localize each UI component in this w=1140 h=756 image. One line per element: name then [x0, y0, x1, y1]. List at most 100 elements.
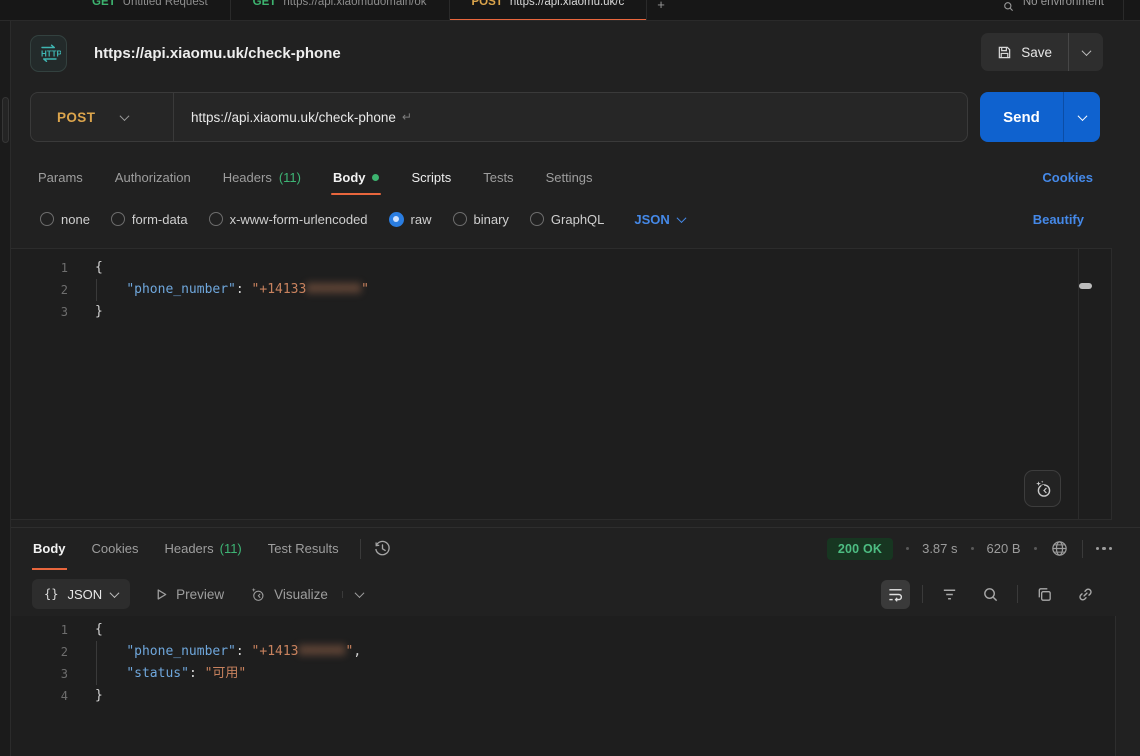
editor-scrollbar-thumb[interactable]: [1079, 283, 1092, 289]
response-body-editor[interactable]: 1{2 "phone_number": "+1413000000",3 "sta…: [11, 616, 1116, 756]
response-tab-cookies[interactable]: Cookies: [79, 528, 152, 570]
body-type-none[interactable]: none: [40, 212, 90, 227]
tab-body[interactable]: Body: [317, 158, 396, 196]
send-button[interactable]: Send: [980, 92, 1100, 142]
url-input[interactable]: https://api.xiaomu.uk/check-phone: [191, 110, 396, 125]
chevron-down-icon: [1081, 46, 1091, 56]
filter-icon[interactable]: [935, 580, 964, 609]
line-number: 3: [11, 301, 68, 323]
workspace-tab[interactable]: GET https://api.xiaomudomain/ok: [231, 0, 450, 21]
tab-count: (11): [220, 541, 242, 556]
send-dropdown-button[interactable]: [1064, 92, 1100, 142]
tab-title: https://api.xiaomudomain/ok: [283, 0, 426, 13]
radio-label: none: [61, 212, 90, 227]
code-content: }: [95, 301, 103, 323]
copy-icon[interactable]: [1030, 580, 1059, 609]
cookies-link[interactable]: Cookies: [1042, 170, 1093, 185]
indent-guide: [96, 279, 97, 301]
tab-method-label: GET: [92, 0, 116, 13]
response-format-dropdown[interactable]: {} JSON: [32, 579, 130, 609]
tab-label: Params: [38, 170, 83, 185]
request-tabs-row: Params AuthorizationHeaders(11)BodyScript…: [11, 158, 1140, 196]
link-icon[interactable]: [1071, 580, 1100, 609]
code-content: {: [95, 619, 103, 641]
code-line: 3}: [11, 301, 1111, 323]
tab-authorization[interactable]: Authorization: [99, 158, 207, 196]
environment-label[interactable]: No environment: [1023, 0, 1104, 13]
tab-params[interactable]: Params: [22, 158, 99, 196]
language-dropdown[interactable]: JSON: [634, 212, 684, 227]
code-line: 2 "phone_number": "+141330000000": [11, 279, 1111, 301]
tab-settings[interactable]: Settings: [530, 158, 609, 196]
beautify-link[interactable]: Beautify: [1033, 212, 1084, 227]
redacted-text: 0000000: [306, 282, 361, 297]
url-return-glyph: ↵: [402, 110, 412, 124]
response-time[interactable]: 3.87 s: [922, 541, 957, 556]
save-button[interactable]: Save: [981, 33, 1103, 71]
redacted-text: 000000: [299, 644, 346, 659]
word-wrap-button[interactable]: [881, 580, 910, 609]
body-type-GraphQL[interactable]: GraphQL: [530, 212, 604, 227]
search-icon[interactable]: [976, 580, 1005, 609]
more-options-icon[interactable]: [1096, 547, 1113, 551]
line-number: 3: [11, 663, 68, 685]
visualize-label: Visualize: [274, 587, 328, 602]
response-tab-test-results[interactable]: Test Results: [255, 528, 352, 570]
code-content: "phone_number": "+1413000000",: [95, 641, 361, 663]
method-selector[interactable]: POST: [31, 110, 173, 125]
send-button-label[interactable]: Send: [980, 92, 1063, 142]
request-body-editor[interactable]: 1{2 "phone_number": "+141330000000"3}: [11, 248, 1112, 520]
code-content: "status": "可用": [95, 663, 246, 685]
sidebar-collapsed-strip[interactable]: [0, 21, 11, 756]
method-label: POST: [57, 110, 95, 125]
history-icon[interactable]: [373, 539, 392, 558]
network-globe-icon[interactable]: [1050, 539, 1069, 558]
code-token: [95, 666, 126, 681]
save-dropdown-button[interactable]: [1069, 33, 1103, 71]
code-token: "status": [126, 666, 189, 681]
response-tab-body[interactable]: Body: [20, 528, 79, 570]
code-token: }: [95, 688, 103, 703]
line-number: 2: [11, 641, 68, 663]
workspace-tab[interactable]: GETUntitled Request: [70, 0, 231, 21]
visualize-button[interactable]: Visualize: [249, 586, 328, 603]
status-badge[interactable]: 200 OK: [827, 538, 893, 560]
tab-tests[interactable]: Tests: [467, 158, 529, 196]
visualize-dropdown[interactable]: [342, 591, 363, 598]
editor-scrollbar-track[interactable]: [1078, 249, 1095, 519]
body-type-form-data[interactable]: form-data: [111, 212, 188, 227]
tab-method-label: GET: [253, 0, 277, 13]
indent-guide: [96, 641, 97, 663]
meta-divider: [1082, 540, 1083, 558]
meta-dot: [1034, 547, 1037, 550]
topbar-divider: [1123, 0, 1124, 21]
tab-headers[interactable]: Headers(11): [207, 158, 317, 196]
radio-label: raw: [411, 212, 432, 227]
unsaved-dot: [372, 174, 379, 181]
radio-label: form-data: [132, 212, 188, 227]
response-size[interactable]: 620 B: [987, 541, 1021, 556]
response-tab-headers[interactable]: Headers(11): [151, 528, 254, 570]
tab-scripts[interactable]: Scripts: [395, 158, 467, 196]
preview-button[interactable]: Preview: [155, 587, 224, 602]
postbot-button[interactable]: [1024, 470, 1061, 507]
code-content: "phone_number": "+141330000000": [95, 279, 369, 301]
request-header: HTTP https://api.xiaomu.uk/check-phone S…: [11, 21, 1140, 85]
environment-selector[interactable]: No environment: [1003, 0, 1140, 21]
body-type-x-www-form-urlencoded[interactable]: x-www-form-urlencoded: [209, 212, 368, 227]
code-content: {: [95, 257, 103, 279]
chevron-down-icon: [354, 588, 364, 598]
chevron-down-icon: [120, 111, 130, 121]
body-type-raw[interactable]: raw: [389, 212, 432, 227]
code-token: [95, 282, 126, 297]
save-icon: [997, 45, 1012, 60]
request-editor-lines: 1{2 "phone_number": "+141330000000"3}: [11, 257, 1111, 323]
workspace-tab[interactable]: POSThttps://api.xiaomu.uk/c: [450, 0, 648, 21]
tab-label: Body: [33, 541, 66, 556]
sidebar-drag-handle[interactable]: [2, 97, 9, 143]
body-type-binary[interactable]: binary: [453, 212, 509, 227]
request-url-row: POST https://api.xiaomu.uk/check-phone ↵…: [11, 92, 1140, 142]
new-tab-button[interactable]: +: [657, 0, 665, 15]
code-token: ,: [353, 644, 361, 659]
save-button-main[interactable]: Save: [981, 33, 1068, 71]
